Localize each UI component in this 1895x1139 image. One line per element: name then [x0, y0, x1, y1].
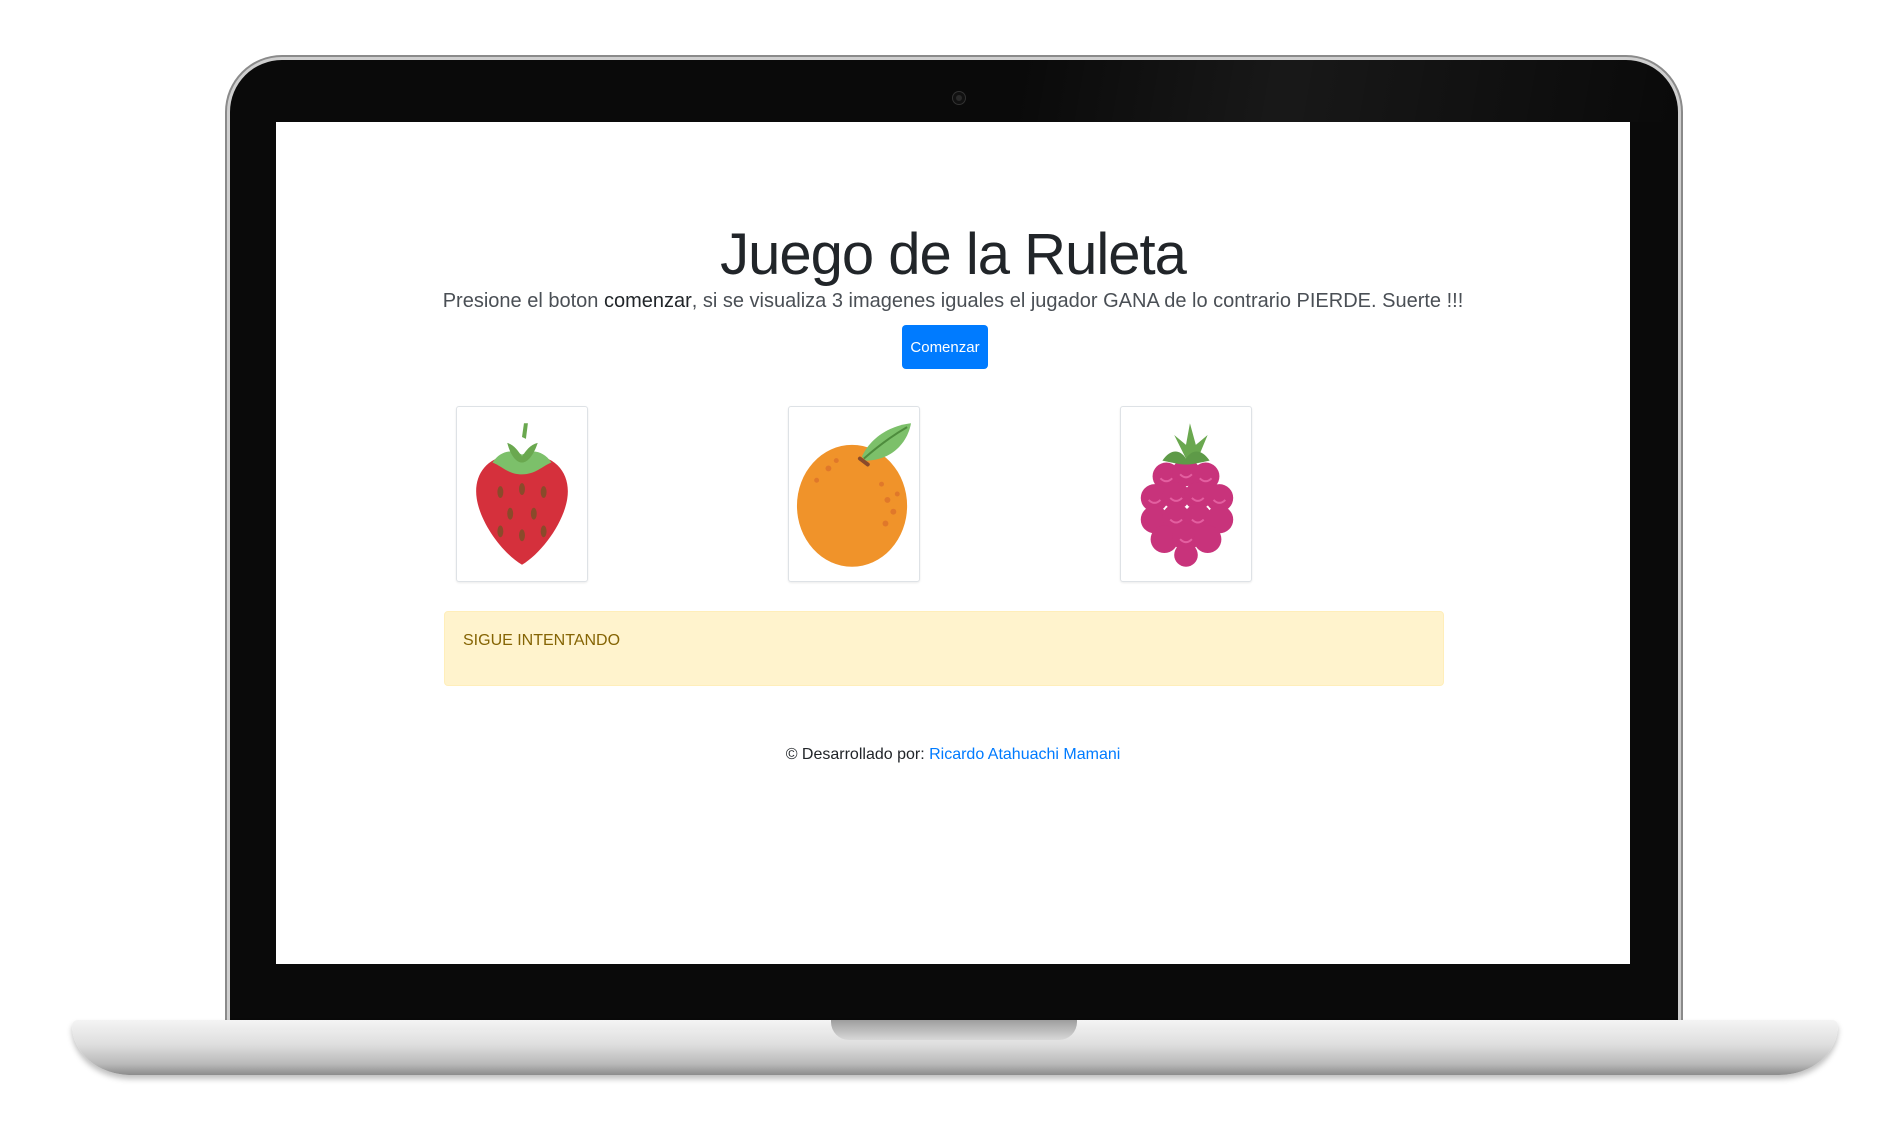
base-notch: [831, 1020, 1077, 1040]
page-title: Juego de la Ruleta: [720, 221, 1187, 287]
footer: © Desarrollado por: Ricardo Atahuachi Ma…: [276, 746, 1630, 764]
webcam-icon: [953, 92, 965, 104]
raspberry-icon: [1140, 423, 1234, 567]
result-alert: SIGUE INTENTANDO: [444, 611, 1444, 686]
reels-row: [276, 406, 1630, 582]
orange-icon: [796, 423, 912, 567]
instructions-emphasis: comenzar: [603, 290, 692, 312]
reel-3: [1120, 406, 1252, 582]
footer-text: © Desarrollado por:: [785, 746, 930, 763]
reel-2: [788, 406, 920, 582]
instructions-after: , si se visualiza 3 imagenes iguales el …: [691, 290, 1464, 312]
author-link[interactable]: Ricardo Atahuachi Mamani: [929, 746, 1120, 763]
strawberry-icon: [476, 423, 568, 565]
instructions-before: Presione el boton: [442, 290, 604, 312]
instructions-text: Presione el boton comenzar, si se visual…: [276, 290, 1630, 313]
start-button[interactable]: Comenzar: [902, 325, 988, 369]
laptop-screen: Juego de la Ruleta Presione el boton com…: [276, 122, 1630, 964]
lid-reflection: [1020, 60, 1680, 122]
laptop-base: [72, 1020, 1838, 1075]
reel-1: [456, 406, 588, 582]
